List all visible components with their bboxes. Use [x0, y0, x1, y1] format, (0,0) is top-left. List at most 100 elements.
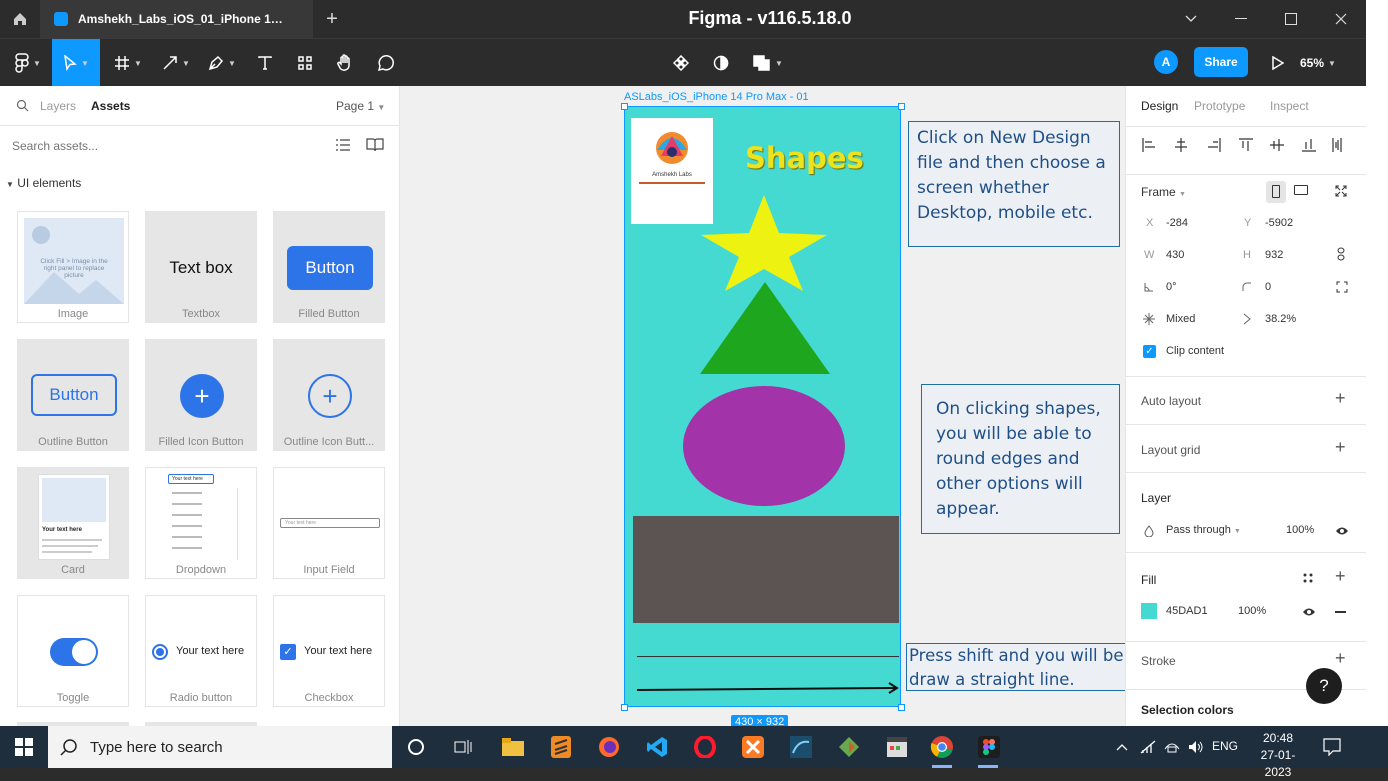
layer-opacity-input[interactable]: 100%	[1286, 524, 1314, 536]
tab-prototype[interactable]: Prototype	[1194, 99, 1245, 113]
portrait-button[interactable]	[1266, 181, 1286, 203]
triangle-shape[interactable]	[698, 280, 832, 376]
fill-color-swatch[interactable]	[1141, 603, 1157, 619]
asset-filled-icon-button[interactable]: + Filled Icon Button	[145, 339, 257, 451]
asset-search-input[interactable]	[12, 136, 312, 156]
taskbar-search[interactable]: Type here to search	[48, 726, 392, 768]
video-editor-icon[interactable]	[882, 732, 912, 762]
git-tool-icon[interactable]	[834, 732, 864, 762]
present-button[interactable]	[1266, 39, 1290, 87]
shape-tool-button[interactable]: ▼	[156, 39, 196, 87]
clip-content-checkbox[interactable]: ✓	[1143, 345, 1156, 358]
home-button[interactable]	[0, 0, 40, 38]
system-clock[interactable]: 20:48 27-01-2023	[1250, 730, 1306, 781]
resize-to-fit-icon[interactable]	[1335, 185, 1347, 197]
move-tool-button[interactable]: ▼	[52, 39, 100, 87]
notification-icon[interactable]	[1323, 738, 1341, 756]
tab-design[interactable]: Design	[1141, 99, 1178, 113]
boolean-button[interactable]: ▼	[748, 39, 788, 87]
asset-textbox[interactable]: Text box Textbox	[145, 211, 257, 323]
tab-layers[interactable]: Layers	[40, 99, 76, 113]
language-indicator[interactable]: ENG	[1212, 739, 1238, 753]
chevron-up-icon[interactable]	[1116, 743, 1128, 751]
minimize-button[interactable]	[1216, 0, 1266, 38]
file-explorer-icon[interactable]	[498, 732, 528, 762]
volume-icon[interactable]	[1188, 739, 1204, 755]
tab-inspect[interactable]: Inspect	[1270, 99, 1309, 113]
fill-hex-input[interactable]: 45DAD1	[1166, 605, 1208, 617]
add-stroke-button[interactable]: +	[1335, 648, 1346, 669]
list-view-icon[interactable]	[336, 139, 350, 151]
fill-opacity-input[interactable]: 100%	[1238, 605, 1266, 617]
start-button[interactable]	[0, 726, 48, 768]
task-view-icon[interactable]	[448, 732, 478, 762]
pen-tool-button[interactable]: ▼	[202, 39, 242, 87]
rotation-input[interactable]: 0°	[1166, 281, 1177, 293]
shapes-title[interactable]: Shapes	[745, 141, 864, 175]
percent-value[interactable]: 38.2%	[1265, 313, 1296, 325]
chrome-icon[interactable]	[927, 732, 957, 762]
corner-radius-input[interactable]: 0	[1265, 281, 1271, 293]
search-icon[interactable]	[16, 99, 29, 112]
x-input[interactable]: -284	[1166, 217, 1188, 229]
add-fill-button[interactable]: +	[1335, 566, 1346, 587]
add-layout-grid-button[interactable]: +	[1335, 437, 1346, 458]
main-menu-button[interactable]: ▼	[8, 39, 48, 87]
new-tab-button[interactable]: +	[320, 0, 344, 38]
asset-outline-button[interactable]: Button Outline Button	[17, 339, 129, 451]
note-new-design[interactable]: Click on New Design file and then choose…	[908, 121, 1120, 247]
mysql-workbench-icon[interactable]	[786, 732, 816, 762]
maximize-button[interactable]	[1266, 0, 1316, 38]
comment-tool-button[interactable]	[370, 39, 400, 87]
zoom-dropdown[interactable]: 65% ▼	[1300, 39, 1336, 87]
independent-corners-icon[interactable]	[1336, 281, 1348, 293]
rectangle-shape[interactable]	[633, 516, 899, 623]
hand-tool-button[interactable]	[330, 39, 360, 87]
landscape-icon[interactable]	[1294, 185, 1308, 195]
width-input[interactable]: 430	[1166, 249, 1184, 261]
tab-assets[interactable]: Assets	[91, 99, 130, 113]
eye-icon[interactable]	[1302, 607, 1316, 617]
network-icon[interactable]	[1140, 740, 1156, 754]
battery-icon[interactable]	[1164, 739, 1180, 753]
asset-input-field[interactable]: Your text here Input Field	[273, 467, 385, 579]
line-shape[interactable]	[637, 656, 899, 657]
resize-handle[interactable]	[621, 704, 628, 711]
blend-mode-dropdown[interactable]: Pass through ▼	[1166, 524, 1241, 536]
asset-card[interactable]: Your text here Card	[17, 467, 129, 579]
height-input[interactable]: 932	[1265, 249, 1283, 261]
share-button[interactable]: Share	[1194, 47, 1248, 77]
book-icon[interactable]	[366, 138, 384, 152]
opera-icon[interactable]	[690, 732, 720, 762]
asset-outline-icon-button[interactable]: + Outline Icon Butt...	[273, 339, 385, 451]
frame-type-dropdown[interactable]: Frame ▼	[1141, 185, 1186, 199]
help-button[interactable]: ?	[1306, 668, 1342, 704]
xampp-icon[interactable]	[738, 732, 768, 762]
mixed-value[interactable]: Mixed	[1166, 313, 1195, 325]
canvas[interactable]: ASLabs_iOS_iPhone 14 Pro Max - 01 Amshek…	[400, 86, 1125, 726]
mask-button[interactable]	[706, 39, 736, 87]
note-shift-line[interactable]: Press shift and you will be draw a strai…	[906, 643, 1125, 691]
ellipse-shape[interactable]	[683, 386, 845, 506]
file-tab[interactable]: Amshekh_Labs_iOS_01_iPhone 14 Pro M	[40, 0, 313, 38]
frame-tool-button[interactable]: ▼	[108, 39, 148, 87]
add-auto-layout-button[interactable]: +	[1335, 388, 1346, 409]
page-selector[interactable]: Page 1 ▼	[336, 99, 385, 113]
library-header[interactable]: ▼ UI elements	[6, 176, 81, 190]
component-button[interactable]	[666, 39, 696, 87]
figma-app-icon[interactable]	[974, 732, 1004, 762]
resize-handle[interactable]	[898, 704, 905, 711]
eye-icon[interactable]	[1335, 526, 1349, 536]
iphone-frame[interactable]: Amshekh Labs Shapes	[624, 106, 901, 707]
firefox-icon[interactable]	[594, 732, 624, 762]
remove-fill-button[interactable]	[1335, 611, 1346, 613]
asset-dropdown[interactable]: Your text here Dropdown	[145, 467, 257, 579]
asset-toggle[interactable]: Toggle	[17, 595, 129, 707]
asset-radio-button[interactable]: Your text here Radio button	[145, 595, 257, 707]
close-window-button[interactable]	[1316, 0, 1366, 38]
constrain-proportions-icon[interactable]	[1337, 247, 1345, 261]
user-avatar[interactable]: A	[1154, 50, 1178, 74]
sublime-text-icon[interactable]	[546, 732, 576, 762]
text-tool-button[interactable]	[250, 39, 280, 87]
asset-filled-button[interactable]: Button Filled Button	[273, 211, 385, 323]
